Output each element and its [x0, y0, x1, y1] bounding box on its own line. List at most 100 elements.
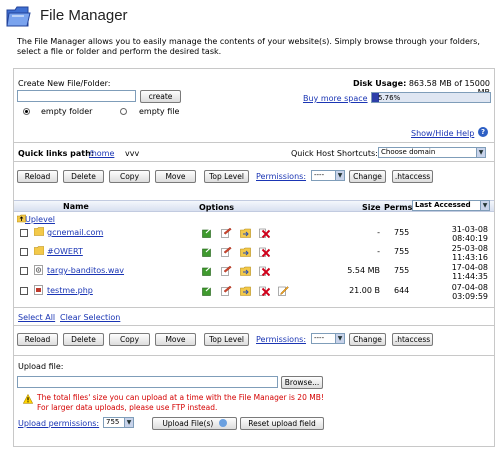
divider	[14, 325, 494, 326]
disk-usage-label: Disk Usage:	[353, 79, 407, 88]
empty-folder-radio[interactable]	[23, 108, 30, 115]
delete-button-bottom[interactable]: Delete	[63, 333, 104, 346]
move-button-bottom[interactable]: Move	[155, 333, 196, 346]
htaccess-button-bottom[interactable]: .htaccess	[392, 333, 433, 346]
delete-icon[interactable]	[259, 285, 271, 297]
file-manager-panel	[13, 68, 495, 447]
upload-file-input[interactable]	[17, 376, 278, 388]
file-perms: 755	[394, 228, 410, 237]
file-time: 11:44:35	[452, 272, 488, 281]
empty-file-radio[interactable]	[120, 108, 127, 115]
folder-icon	[33, 227, 45, 238]
empty-folder-label: empty folder	[41, 107, 93, 116]
permissions-selected-bottom: ----	[314, 334, 325, 342]
rename-icon[interactable]	[221, 227, 232, 238]
row-checkbox[interactable]	[20, 267, 28, 275]
move-button[interactable]: Move	[155, 170, 196, 183]
create-name-input[interactable]	[17, 90, 136, 102]
open-icon[interactable]	[202, 227, 213, 238]
rename-icon[interactable]	[221, 265, 232, 276]
change-button-bottom[interactable]: Change	[349, 333, 386, 346]
file-accessed: 31-03-08 08:40:19	[430, 225, 488, 243]
permissions-link[interactable]: Permissions:	[256, 172, 306, 181]
copy-button[interactable]: Copy	[109, 170, 150, 183]
file-accessed: 17-04-08 11:44:35	[430, 263, 488, 281]
move-folder-icon[interactable]	[240, 227, 251, 238]
delete-icon[interactable]	[259, 227, 271, 239]
permissions-select-bottom[interactable]: ---- ▼	[311, 333, 345, 344]
php-file-icon	[34, 285, 43, 297]
upload-permissions-link[interactable]: Upload permissions:	[18, 419, 99, 428]
delete-icon[interactable]	[259, 265, 271, 277]
open-icon[interactable]	[202, 246, 213, 257]
col-name: Name	[63, 202, 89, 211]
delete-button[interactable]: Delete	[63, 170, 104, 183]
file-name-link[interactable]: targy-banditos.wav	[47, 266, 124, 275]
move-folder-icon[interactable]	[240, 285, 251, 296]
move-folder-icon[interactable]	[240, 265, 251, 276]
uplevel-link[interactable]: Uplevel	[25, 215, 55, 224]
row-checkbox[interactable]	[20, 248, 28, 256]
quick-host-label: Quick Host Shortcuts:	[291, 149, 378, 158]
file-size: 5.54 MB	[347, 266, 380, 275]
app-logo-icon	[4, 2, 32, 30]
home-path-link[interactable]: /home	[89, 149, 114, 158]
rename-icon[interactable]	[221, 246, 232, 257]
file-perms: 755	[394, 247, 410, 256]
top-level-button-bottom[interactable]: Top Level	[204, 333, 249, 346]
audio-file-icon	[34, 265, 43, 277]
quick-links-label: Quick links path:	[18, 149, 94, 158]
permissions-link-bottom[interactable]: Permissions:	[256, 335, 306, 344]
col-perms: Perms	[384, 203, 413, 212]
folder-icon	[33, 246, 45, 257]
clear-selection-link[interactable]: Clear Selection	[60, 313, 120, 322]
upload-files-button[interactable]: Upload File(s)	[152, 417, 237, 430]
divider	[14, 142, 494, 143]
file-name-link[interactable]: #OWERT	[47, 247, 83, 256]
open-icon[interactable]	[202, 265, 213, 276]
top-level-button[interactable]: Top Level	[204, 170, 249, 183]
current-path: vvv	[125, 149, 140, 158]
disk-usage-percent: 5.76%	[378, 94, 401, 102]
change-button[interactable]: Change	[349, 170, 386, 183]
file-name-link[interactable]: gcnemail.com	[47, 228, 103, 237]
copy-button-bottom[interactable]: Copy	[109, 333, 150, 346]
row-checkbox[interactable]	[20, 229, 28, 237]
file-perms: 755	[394, 266, 410, 275]
file-time: 11:43:16	[452, 253, 488, 262]
delete-icon[interactable]	[259, 246, 271, 258]
reload-button-bottom[interactable]: Reload	[17, 333, 58, 346]
permissions-select[interactable]: ---- ▼	[311, 170, 345, 181]
rename-icon[interactable]	[221, 285, 232, 296]
permissions-selected: ----	[314, 171, 325, 179]
help-icon[interactable]: ?	[478, 127, 488, 137]
buy-more-space-link[interactable]: Buy more space	[303, 94, 368, 103]
upload-label: Upload file:	[18, 362, 64, 371]
col-options: Options	[199, 203, 235, 212]
htaccess-button[interactable]: .htaccess	[392, 170, 433, 183]
edit-icon[interactable]	[278, 285, 289, 296]
sort-select[interactable]: Last Accessed ▼	[412, 200, 490, 211]
file-date: 31-03-08	[451, 225, 488, 234]
quick-host-select[interactable]: Choose domain ▼	[378, 147, 486, 158]
reset-upload-button[interactable]: Reset upload field	[240, 417, 324, 430]
open-icon[interactable]	[202, 285, 213, 296]
file-date: 17-04-08	[451, 263, 488, 272]
select-all-link[interactable]: Select All	[18, 313, 55, 322]
upload-warning-line-2: For larger data uploads, please use FTP …	[37, 403, 218, 412]
upload-permissions-select[interactable]: 755 ▼	[103, 417, 134, 428]
reload-button[interactable]: Reload	[17, 170, 58, 183]
create-button[interactable]: create	[140, 90, 181, 103]
file-name-link[interactable]: testme.php	[47, 286, 93, 295]
show-hide-help-link[interactable]: Show/Hide Help	[411, 129, 474, 138]
move-folder-icon[interactable]	[240, 246, 251, 257]
divider	[14, 355, 494, 356]
page-title: File Manager	[40, 7, 128, 24]
file-perms: 644	[394, 286, 410, 295]
row-checkbox[interactable]	[20, 287, 28, 295]
file-size: 21.00 B	[349, 286, 380, 295]
browse-button[interactable]: Browse...	[281, 376, 323, 389]
file-date: 07-04-08	[451, 283, 488, 292]
chevron-down-icon: ▼	[335, 334, 344, 343]
sort-selected: Last Accessed	[415, 201, 471, 209]
